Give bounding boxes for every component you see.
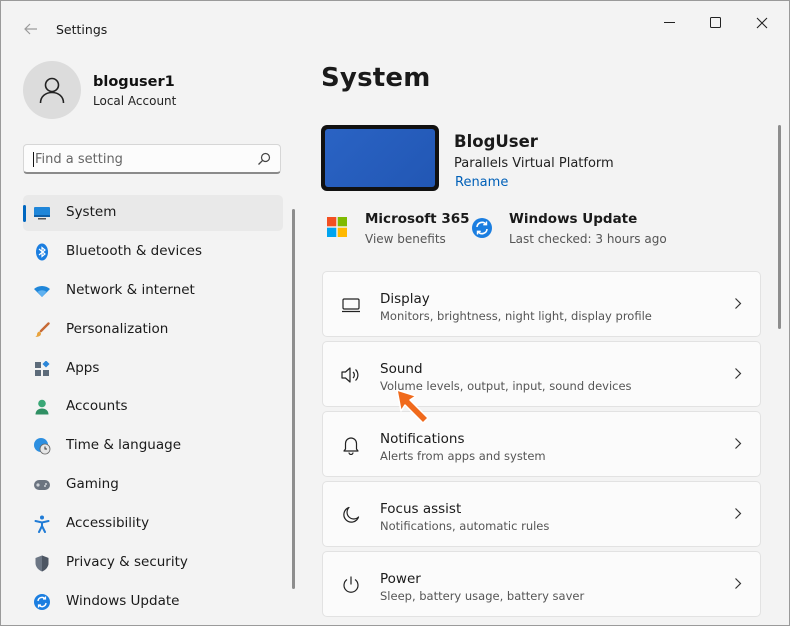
sidebar-item-label: Network & internet [66, 281, 195, 298]
sync-icon [472, 218, 492, 238]
sidebar-item-label: System [66, 204, 117, 220]
minimize-button[interactable] [647, 9, 693, 37]
sidebar-item-apps[interactable]: Apps [23, 351, 283, 387]
title-bar: Settings [1, 1, 789, 49]
wifi-icon [33, 282, 51, 300]
sidebar-item-gaming[interactable]: Gaming [23, 467, 283, 503]
sidebar-item-label: Accessibility [66, 515, 150, 532]
quick-link-title: Windows Update [509, 211, 638, 227]
power-icon [339, 573, 363, 597]
search-icon[interactable] [257, 152, 271, 166]
quick-link-subtitle: Last checked: 3 hours ago [509, 232, 667, 246]
sidebar-item-network[interactable]: Network & internet [23, 273, 283, 309]
search-input[interactable]: Find a setting [23, 144, 281, 174]
chevron-right-icon [735, 368, 742, 379]
display-icon [339, 293, 363, 317]
sidebar-item-label: Privacy & security [66, 554, 188, 571]
card-title: Display [380, 291, 430, 307]
avatar[interactable] [23, 61, 81, 119]
person-icon [39, 77, 65, 104]
device-thumbnail [321, 125, 439, 191]
shield-icon [33, 554, 51, 572]
minimize-icon [664, 22, 675, 23]
power-card[interactable]: Power Sleep, battery usage, battery save… [322, 551, 761, 617]
sidebar-item-label: Bluetooth & devices [66, 242, 203, 259]
gamepad-icon [33, 476, 51, 494]
sidebar-item-privacy[interactable]: Privacy & security [23, 545, 283, 581]
sidebar-item-accounts[interactable]: Accounts [23, 389, 283, 425]
sidebar-item-label: Personalization [66, 320, 169, 337]
apps-icon [33, 360, 51, 378]
microsoft-logo-icon [327, 217, 347, 237]
windows-update-link[interactable]: Windows Update Last checked: 3 hours ago [465, 209, 667, 253]
maximize-icon [710, 17, 721, 28]
sidebar-item-label: Accounts [66, 398, 128, 415]
chevron-right-icon [735, 578, 742, 589]
chevron-right-icon [735, 298, 742, 309]
bluetooth-icon [33, 243, 51, 261]
active-indicator [23, 205, 26, 222]
monitor-icon [33, 204, 51, 222]
focus-assist-card[interactable]: Focus assist Notifications, automatic ru… [322, 481, 761, 547]
card-title: Power [380, 571, 421, 587]
rename-link[interactable]: Rename [455, 175, 508, 190]
maximize-button[interactable] [693, 9, 739, 37]
card-subtitle: Notifications, automatic rules [380, 519, 550, 533]
sidebar-item-label: Gaming [66, 476, 119, 493]
card-title: Sound [380, 361, 423, 377]
quick-link-title: Microsoft 365 [365, 211, 470, 227]
quick-link-subtitle: View benefits [365, 232, 446, 246]
device-name: BlogUser [454, 132, 538, 151]
card-subtitle: Sleep, battery usage, battery saver [380, 589, 585, 603]
update-icon [33, 593, 51, 611]
close-button[interactable] [739, 9, 785, 37]
close-icon [756, 17, 768, 29]
device-platform: Parallels Virtual Platform [454, 156, 614, 171]
sidebar-item-label: Time & language [66, 437, 182, 454]
accessibility-icon [33, 515, 51, 534]
sidebar-item-windows-update[interactable]: Windows Update [23, 584, 283, 620]
sidebar-item-system[interactable]: System [23, 195, 283, 231]
speaker-icon [339, 363, 363, 387]
pointer-arrow-icon [396, 389, 429, 424]
settings-window: Settings bloguser1 Local Account Find a … [0, 0, 790, 626]
sidebar-item-label: Windows Update [66, 592, 180, 609]
card-title: Notifications [380, 431, 465, 447]
moon-icon [339, 503, 363, 527]
chevron-right-icon [735, 438, 742, 449]
sidebar-item-bluetooth[interactable]: Bluetooth & devices [23, 234, 283, 270]
app-title: Settings [56, 22, 108, 37]
main-scrollbar[interactable] [778, 125, 781, 329]
paintbrush-icon [33, 321, 51, 339]
chevron-right-icon [735, 508, 742, 519]
search-placeholder: Find a setting [35, 152, 123, 167]
user-name: bloguser1 [93, 74, 175, 90]
sidebar-item-personalization[interactable]: Personalization [23, 312, 283, 348]
back-arrow-icon [24, 23, 37, 35]
display-card[interactable]: Display Monitors, brightness, night ligh… [322, 271, 761, 337]
microsoft-365-link[interactable]: Microsoft 365 View benefits [321, 209, 470, 253]
text-caret [33, 152, 34, 167]
person-icon [33, 398, 51, 416]
notifications-card[interactable]: Notifications Alerts from apps and syste… [322, 411, 761, 477]
back-button[interactable] [17, 15, 45, 43]
sidebar-scrollbar[interactable] [292, 209, 295, 589]
sound-card[interactable]: Sound Volume levels, output, input, soun… [322, 341, 761, 407]
sidebar-item-label: Apps [66, 359, 100, 376]
account-type: Local Account [93, 94, 177, 108]
bell-icon [339, 433, 363, 457]
page-title: System [321, 63, 431, 93]
sidebar-nav: System Bluetooth & devices Network & int… [23, 195, 283, 623]
card-subtitle: Monitors, brightness, night light, displ… [380, 309, 652, 323]
globe-clock-icon [33, 437, 51, 455]
sidebar-item-accessibility[interactable]: Accessibility [23, 506, 283, 542]
settings-list: Display Monitors, brightness, night ligh… [322, 271, 761, 621]
card-title: Focus assist [380, 501, 462, 517]
card-subtitle: Alerts from apps and system [380, 449, 546, 463]
sidebar-item-time-language[interactable]: Time & language [23, 428, 283, 464]
